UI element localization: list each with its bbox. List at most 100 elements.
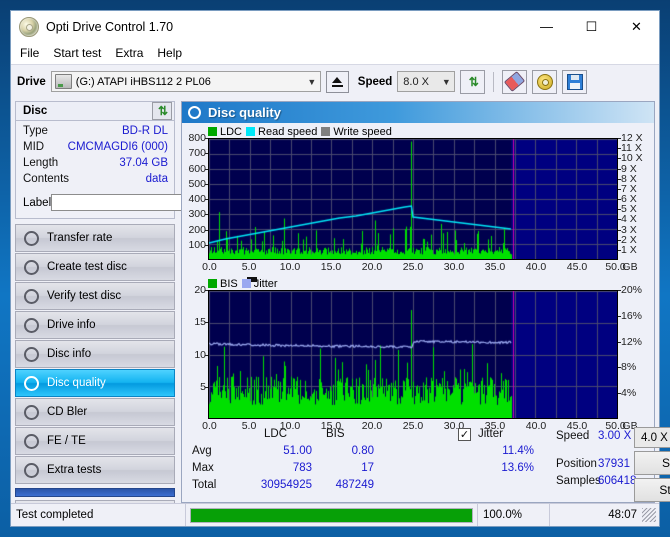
axis-tick [618,158,621,160]
gear-icon [536,73,553,90]
axis-tick-label: 400 [188,193,206,205]
axis-tick-label: 16% [621,309,643,322]
maximize-button[interactable]: ☐ [569,11,614,42]
eject-button[interactable] [325,70,349,93]
ldc-speed-chart: LDC Read speed Write speed 800 700 600 5… [184,125,652,282]
bis-jitter-chart: BIS Jitter 20 15 10 5 20% 16% 12% 8% 4% … [184,277,652,434]
speed-readout-label: Speed [556,430,590,442]
jitter-label: Jitter [478,428,503,440]
clear-button[interactable] [502,69,528,94]
drive-select[interactable]: (G:) ATAPI iHBS112 2 PL06 ▼ [50,71,321,92]
disc-value: BD-R DL [121,125,168,137]
sidebar-item-disc-quality[interactable]: Disc quality [15,369,175,397]
legend-item-bis: BIS [208,278,238,290]
axis-tick-label: 12% [621,335,643,348]
sidebar-item-create-test-disc[interactable]: Create test disc [15,253,175,281]
stats-table: LDC BIS Avg 51.00 0.80 Max 783 17 Total … [186,426,456,502]
samples-label: Samples [556,475,601,487]
drive-toolbar: Drive (G:) ATAPI iHBS112 2 PL06 ▼ Speed … [11,64,659,98]
minimize-button[interactable]: — [524,11,569,42]
bis-canvas [209,291,617,418]
ldc-y-axis: 800 700 600 500 400 300 200 100 [184,132,208,260]
axis-tick-label: 1 X [621,243,637,256]
stats-total-bis: 487249 [335,479,374,491]
axis-tick [618,219,621,221]
ldc-speed-axis: 12 X 11 X 10 X9 X8 X7 X6 X5 X4 X3 X2 X1 X [618,132,652,260]
menu-start-test[interactable]: Start test [53,44,109,62]
axis-tick-label: 600 [188,162,206,175]
app-icon [19,16,39,37]
disc-value: 37.04 GB [119,157,168,169]
disc-row-contents: Contents data [23,173,168,189]
legend-label: Write speed [333,125,392,138]
test-buttons: 4.0 X ▼ Start full Start part [634,426,670,502]
legend-swatch-icon [246,127,256,136]
legend-swatch-icon [208,279,217,288]
main-content: Disc ⇅ Type BD-R DL MID CMCMAGDI6 (000) … [11,98,670,522]
bis-plot-area[interactable] [208,290,618,419]
stats-row-avg-label: Avg [192,445,212,457]
legend-swatch-icon [321,127,331,136]
start-part-button[interactable]: Start part [634,478,670,502]
speed-select[interactable]: 8.0 X ▼ [397,71,456,92]
axis-tick [618,393,621,395]
axis-tick [618,148,621,150]
axis-tick [618,199,621,200]
stats-row-total-label: Total [192,479,217,491]
sidebar-item-label: Create test disc [47,261,127,273]
axis-tick-label: 8% [621,361,637,374]
legend-swatch-icon [208,127,217,136]
sidebar-item-fe-te[interactable]: FE / TE [15,427,175,455]
sidebar-item-verify-test-disc[interactable]: Verify test disc [15,282,175,310]
axis-tick [618,249,621,251]
sidebar-item-extra-tests[interactable]: Extra tests [15,456,175,484]
stats-row-max-label: Max [192,462,214,474]
disc-icon [24,230,39,246]
sidebar-item-transfer-rate[interactable]: Transfer rate [15,224,175,252]
ldc-canvas [209,139,617,259]
axis-tick [618,138,621,139]
jitter-axis: 20% 16% 12% 8% 4% [618,284,652,419]
axis-tick-label: 35.0 [484,261,506,273]
resize-grip[interactable] [642,508,656,522]
jitter-avg: 11.4% [502,445,534,457]
refresh-button[interactable]: ⇅ [460,69,486,94]
progress-bar-fill [191,508,472,522]
legend-swatch-icon [241,279,251,288]
menu-help[interactable]: Help [157,44,190,62]
axis-tick [618,239,621,241]
axis-tick-label: 20.0 [361,261,383,273]
settings-button[interactable] [532,69,558,94]
disc-row-mid: MID CMCMAGDI6 (000) [23,141,168,157]
start-full-button[interactable]: Start full [634,451,670,475]
eraser-icon [504,71,526,92]
disc-icon [24,433,39,449]
ldc-chart-legend: LDC Read speed Write speed [184,125,652,138]
menu-file[interactable]: File [20,44,47,62]
axis-tick-label: 40.0 [525,261,547,273]
save-button[interactable] [562,69,588,94]
sidebar-item-disc-info[interactable]: Disc info [15,340,175,368]
close-button[interactable]: ✕ [614,11,659,42]
sidebar-item-drive-info[interactable]: Drive info [15,311,175,339]
menu-extra[interactable]: Extra [115,44,151,62]
ldc-plot-area[interactable] [208,138,618,260]
jitter-max: 13.6% [501,462,534,474]
test-speed-select[interactable]: 4.0 X ▼ [634,427,670,448]
jitter-checkbox[interactable]: ✓ [458,428,471,441]
sidebar-item-cd-bler[interactable]: CD Bler [15,398,175,426]
sidebar-item-label: Transfer rate [47,232,113,244]
drive-icon [54,74,72,89]
charts-area: LDC Read speed Write speed 800 700 600 5… [182,123,654,433]
disc-refresh-button[interactable]: ⇅ [152,102,172,120]
app-window: Opti Drive Control 1.70 — ☐ ✕ File Start… [10,10,670,527]
title-bar: Opti Drive Control 1.70 — ☐ ✕ [11,11,659,42]
disc-icon [24,375,39,391]
disc-key: Type [23,125,48,137]
drive-select-value: (G:) ATAPI iHBS112 2 PL06 [75,75,211,88]
sidebar-nav: Transfer rate Create test disc Verify te… [15,224,175,522]
disc-icon [24,346,39,362]
sidebar-item-label: CD Bler [47,406,88,418]
test-speed-value: 4.0 X [641,431,668,444]
disc-key: MID [23,141,45,153]
